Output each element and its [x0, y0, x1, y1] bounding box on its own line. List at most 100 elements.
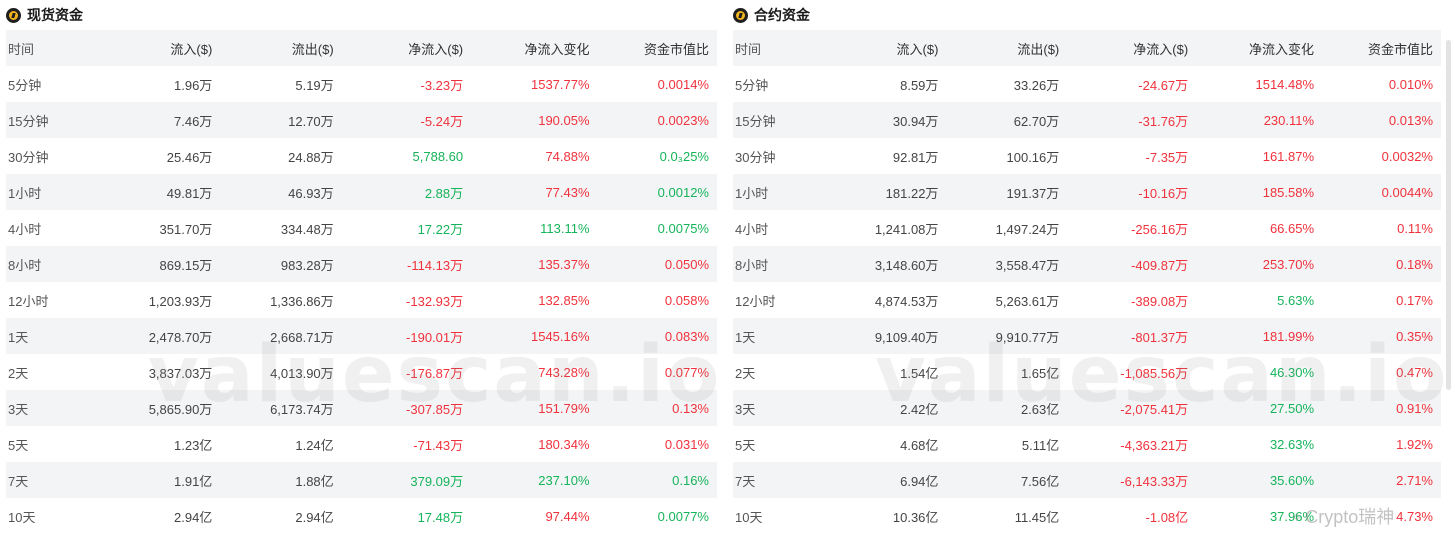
cell-time: 12小时	[735, 293, 776, 309]
cell-net-inflow: -389.08万	[1131, 293, 1189, 309]
cell-inflow: 1,203.93万	[148, 293, 213, 309]
cell-outflow: 6,173.74万	[270, 401, 334, 417]
table-row[interactable]: 1小时 181.22万 191.37万 -10.16万 185.58% 0.0044%	[733, 174, 1441, 210]
cell-ratio: 0.0077%	[657, 508, 709, 524]
cell-inflow: 3,148.60万	[874, 257, 939, 273]
cell-outflow: 5.11亿	[1021, 437, 1060, 453]
table-row[interactable]: 15分钟 7.46万 12.70万 -5.24万 190.05% 0.0023%	[6, 102, 717, 138]
cell-ratio: 4.73%	[1396, 508, 1433, 524]
col-header-inflow[interactable]: 流入($)	[99, 30, 212, 66]
cell-net-inflow: -10.16万	[1138, 185, 1189, 201]
col-header-net-change[interactable]: 净流入变化	[1188, 30, 1314, 66]
cell-time: 10天	[8, 509, 36, 525]
table-row[interactable]: 10天 10.36亿 11.45亿 -1.08亿 37.96% 4.73%	[733, 498, 1441, 534]
table-row[interactable]: 2天 3,837.03万 4,013.90万 -176.87万 743.28% 0.077…	[6, 354, 717, 390]
table-row[interactable]: 8小时 3,148.60万 3,558.47万 -409.87万 253.70% 0.18…	[733, 246, 1441, 282]
col-header-ratio[interactable]: 资金市值比	[1314, 30, 1441, 66]
table-row[interactable]: 1小时 49.81万 46.93万 2.88万 77.43% 0.0012%	[6, 174, 717, 210]
cell-time: 5天	[735, 437, 756, 453]
table-row[interactable]: 5天 1.23亿 1.24亿 -71.43万 180.34% 0.031%	[6, 426, 717, 462]
panel-header: 合约资金	[733, 0, 1441, 30]
table-row[interactable]: 15分钟 30.94万 62.70万 -31.76万 230.11% 0.013%	[733, 102, 1441, 138]
cell-outflow: 2.94亿	[295, 509, 334, 525]
cell-net-change: 97.44%	[545, 508, 590, 524]
cell-net-inflow: -2,075.41万	[1120, 401, 1189, 417]
table-row[interactable]: 4小时 1,241.08万 1,497.24万 -256.16万 66.65% 0.11%	[733, 210, 1441, 246]
table-row[interactable]: 1天 9,109.40万 9,910.77万 -801.37万 181.99% 0.35%	[733, 318, 1441, 354]
table-row[interactable]: 7天 6.94亿 7.56亿 -6,143.33万 35.60% 2.71%	[733, 462, 1441, 498]
table-row[interactable]: 5天 4.68亿 5.11亿 -4,363.21万 32.63% 1.92%	[733, 426, 1441, 462]
table-header-row: 时间 流入($) 流出($) 净流入($) 净流入变化 资金市值比	[6, 30, 717, 66]
cell-ratio: 0.0012%	[657, 184, 709, 200]
cell-outflow: 11.45亿	[1014, 509, 1060, 525]
futures-funds-panel: 合约资金 时间 流入($) 流出($) 净流入($) 净流入变化 资金市值比 5…	[733, 0, 1441, 534]
cell-ratio: 0.0032%	[1381, 148, 1433, 164]
cell-net-inflow: 5,788.60	[412, 148, 464, 164]
cell-ratio: 0.050%	[664, 256, 709, 272]
col-header-time[interactable]: 时间	[6, 30, 99, 66]
cell-net-inflow: -31.76万	[1138, 113, 1189, 129]
cell-net-change: 113.11%	[540, 220, 590, 236]
cell-outflow: 4,013.90万	[270, 365, 334, 381]
cell-inflow: 181.22万	[885, 185, 939, 201]
cell-inflow: 4.68亿	[900, 437, 939, 453]
cell-net-inflow: 17.22万	[417, 221, 464, 237]
cell-time: 15分钟	[735, 113, 776, 129]
table-row[interactable]: 10天 2.94亿 2.94亿 17.48万 97.44% 0.0077%	[6, 498, 717, 534]
cell-time: 3天	[735, 401, 756, 417]
table-row[interactable]: 1天 2,478.70万 2,668.71万 -190.01万 1545.16% 0.08…	[6, 318, 717, 354]
table-row[interactable]: 30分钟 25.46万 24.88万 5,788.60 74.88% 0.0₃25%	[6, 138, 717, 174]
cell-net-change: 1545.16%	[530, 328, 590, 344]
col-header-net-inflow[interactable]: 净流入($)	[334, 30, 463, 66]
table-row[interactable]: 7天 1.91亿 1.88亿 379.09万 237.10% 0.16%	[6, 462, 717, 498]
cell-outflow: 1.65亿	[1020, 365, 1060, 381]
col-header-time[interactable]: 时间	[733, 30, 826, 66]
cell-net-inflow: 2.88万	[424, 185, 464, 201]
futures-funds-rows: 5分钟 8.59万 33.26万 -24.67万 1514.48% 0.010% 15分钟 3…	[733, 66, 1441, 534]
coin-icon	[6, 7, 21, 23]
table-row[interactable]: 8小时 869.15万 983.28万 -114.13万 135.37% 0.050%	[6, 246, 717, 282]
col-header-outflow[interactable]: 流出($)	[212, 30, 334, 66]
table-row[interactable]: 5分钟 8.59万 33.26万 -24.67万 1514.48% 0.010%	[733, 66, 1441, 102]
cell-outflow: 983.28万	[280, 257, 334, 273]
cell-ratio: 0.0023%	[657, 112, 709, 128]
futures-funds-table: 时间 流入($) 流出($) 净流入($) 净流入变化 资金市值比 5分钟 8.5…	[733, 30, 1441, 534]
cell-ratio: 0.077%	[664, 364, 709, 380]
cell-net-change: 1514.48%	[1255, 76, 1315, 92]
cell-ratio: 0.91%	[1396, 400, 1433, 416]
cell-inflow: 1.91亿	[174, 473, 213, 489]
cell-inflow: 2.94亿	[174, 509, 213, 525]
cell-outflow: 334.48万	[280, 221, 334, 237]
scrollbar[interactable]	[1446, 40, 1451, 390]
cell-time: 30分钟	[735, 149, 776, 165]
cell-time: 5分钟	[735, 77, 769, 93]
cell-net-inflow: -176.87万	[406, 365, 464, 381]
cell-net-inflow: -307.85万	[406, 401, 464, 417]
cell-ratio: 0.35%	[1396, 328, 1433, 344]
cell-net-inflow: -190.01万	[406, 329, 464, 345]
spot-funds-panel: 现货资金 时间 流入($) 流出($) 净流入($) 净流入变化 资金市值比 5…	[6, 0, 717, 534]
col-header-net-inflow[interactable]: 净流入($)	[1059, 30, 1188, 66]
table-row[interactable]: 4小时 351.70万 334.48万 17.22万 113.11% 0.0075%	[6, 210, 717, 246]
table-row[interactable]: 30分钟 92.81万 100.16万 -7.35万 161.87% 0.0032%	[733, 138, 1441, 174]
cell-time: 7天	[8, 473, 29, 489]
table-row[interactable]: 5分钟 1.96万 5.19万 -3.23万 1537.77% 0.0014%	[6, 66, 717, 102]
table-row[interactable]: 12小时 1,203.93万 1,336.86万 -132.93万 132.85% 0.0…	[6, 282, 717, 318]
cell-net-inflow: -256.16万	[1131, 221, 1189, 237]
cell-ratio: 0.010%	[1388, 76, 1433, 92]
col-header-net-change[interactable]: 净流入变化	[463, 30, 590, 66]
cell-inflow: 1,241.08万	[874, 221, 939, 237]
table-row[interactable]: 3天 5,865.90万 6,173.74万 -307.85万 151.79% 0.13%	[6, 390, 717, 426]
table-row[interactable]: 3天 2.42亿 2.63亿 -2,075.41万 27.50% 0.91%	[733, 390, 1441, 426]
table-row[interactable]: 2天 1.54亿 1.65亿 -1,085.56万 46.30% 0.47%	[733, 354, 1441, 390]
cell-time: 4小时	[735, 221, 769, 237]
cell-time: 1小时	[735, 185, 769, 201]
col-header-ratio[interactable]: 资金市值比	[590, 30, 717, 66]
table-row[interactable]: 12小时 4,874.53万 5,263.61万 -389.08万 5.63% 0.17%	[733, 282, 1441, 318]
cell-net-change: 37.96%	[1269, 508, 1315, 524]
col-header-inflow[interactable]: 流入($)	[826, 30, 939, 66]
cell-outflow: 5.19万	[295, 77, 334, 93]
cell-inflow: 7.46万	[174, 113, 213, 129]
col-header-outflow[interactable]: 流出($)	[938, 30, 1059, 66]
coin-icon	[733, 7, 748, 23]
